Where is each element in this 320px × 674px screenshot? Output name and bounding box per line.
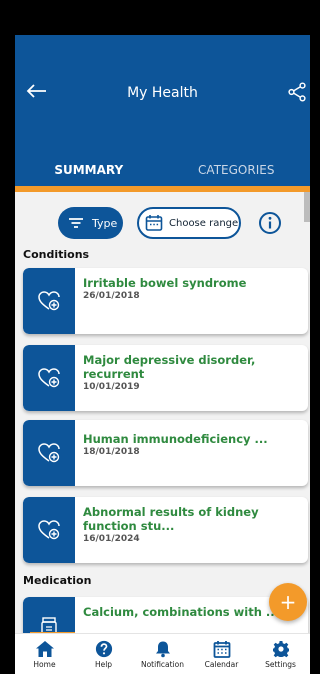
calendar-icon (145, 215, 163, 231)
condition-title: Major depressive disorder, recurrent (83, 353, 256, 381)
add-button[interactable]: + (269, 583, 307, 621)
condition-card[interactable]: Major depressive disorder, recurrent 10/… (23, 345, 308, 411)
status-bar (15, 0, 310, 35)
nav-notification[interactable]: Notification (133, 634, 192, 674)
bottom-navigation: Home Help Notification Calendar Settings (15, 633, 310, 674)
app-bar: My Health SUMMARY CATEGORIES (15, 35, 310, 187)
nav-notification-label: Notification (140, 660, 185, 669)
help-icon (95, 640, 112, 658)
nav-home-label: Home (33, 660, 56, 669)
home-icon (35, 641, 54, 657)
section-title-medication: Medication (23, 574, 92, 587)
page-title: My Health (127, 85, 198, 101)
info-icon[interactable] (258, 211, 282, 235)
gear-icon (272, 641, 289, 658)
nav-help[interactable]: Help (74, 634, 133, 674)
share-icon[interactable] (286, 81, 308, 103)
condition-title: Human immunodeficiency ... (83, 432, 268, 446)
bell-icon (155, 641, 170, 658)
tab-summary[interactable]: SUMMARY (15, 153, 163, 187)
condition-date: 10/01/2019 (83, 382, 140, 392)
condition-title: Abnormal results of kidney function stu.… (83, 505, 259, 533)
app-screen: My Health SUMMARY CATEGORIES Type Choose… (15, 0, 310, 674)
tab-categories[interactable]: CATEGORIES (163, 153, 311, 187)
nav-help-label: Help (94, 660, 113, 669)
nav-calendar[interactable]: Calendar (192, 634, 251, 674)
condition-title: Irritable bowel syndrome (83, 276, 247, 290)
choose-range-label: Choose range (169, 217, 239, 229)
heart-plus-icon (23, 345, 75, 411)
heart-plus-icon (23, 420, 75, 486)
condition-card[interactable]: Abnormal results of kidney function stu.… (23, 497, 308, 563)
nav-settings[interactable]: Settings (251, 634, 310, 674)
condition-date: 18/01/2018 (83, 447, 140, 457)
type-filter-button[interactable]: Type (58, 207, 123, 239)
condition-date: 26/01/2018 (83, 291, 140, 301)
nav-calendar-label: Calendar (204, 660, 239, 669)
choose-range-button[interactable]: Choose range (137, 207, 241, 239)
nav-home[interactable]: Home (15, 634, 74, 674)
tab-bar: SUMMARY CATEGORIES (15, 153, 310, 187)
calendar-icon (213, 641, 230, 658)
filter-bar: Type Choose range (15, 207, 310, 241)
condition-card[interactable]: Irritable bowel syndrome 26/01/2018 (23, 268, 308, 334)
filter-icon (69, 218, 83, 228)
type-filter-label: Type (92, 216, 118, 230)
tab-indicator (15, 186, 310, 192)
condition-card[interactable]: Human immunodeficiency ... 18/01/2018 (23, 420, 308, 486)
section-title-conditions: Conditions (23, 248, 90, 261)
nav-settings-label: Settings (265, 660, 296, 669)
heart-plus-icon (23, 497, 75, 563)
condition-date: 16/01/2024 (83, 534, 140, 544)
heart-plus-icon (23, 268, 75, 334)
